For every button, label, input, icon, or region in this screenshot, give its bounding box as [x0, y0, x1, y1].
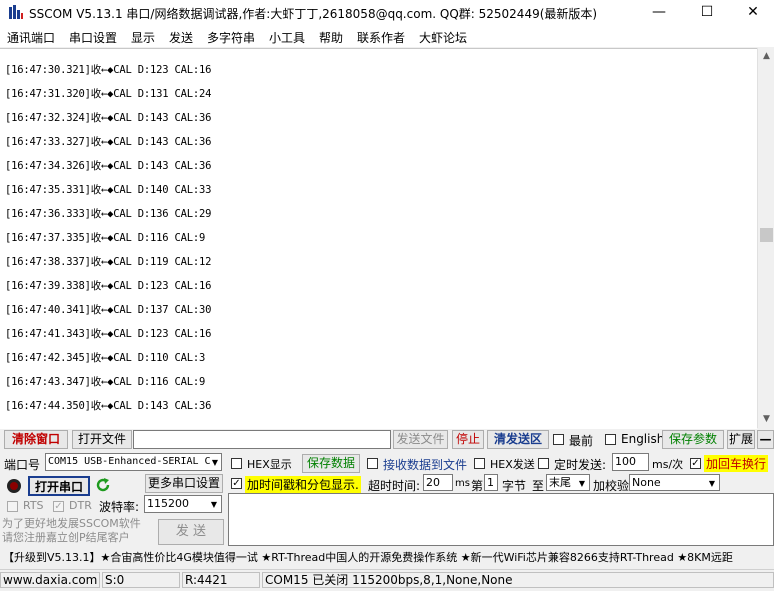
website-link[interactable]: www.daxia.com — [0, 572, 100, 588]
log-line: [16:47:43.347]收←◆CAL D:116 CAL:9 — [5, 376, 206, 388]
rts-label: RTS — [23, 499, 44, 512]
port-state: COM15 已关闭 115200bps,8,1,None,None — [262, 572, 774, 588]
hex-display-checkbox[interactable] — [231, 458, 242, 469]
hex-display-label: HEX显示 — [247, 458, 292, 471]
refresh-icon[interactable] — [95, 477, 111, 493]
english-checkbox[interactable] — [605, 434, 616, 445]
topmost-label: 最前 — [569, 434, 594, 448]
log-line: [16:47:31.320]收←◆CAL D:131 CAL:24 — [5, 88, 212, 100]
port-dropdown-arrow-icon[interactable]: ▼ — [208, 458, 222, 467]
add-timestamp-checkbox[interactable]: ✓ — [231, 478, 242, 489]
append-newline-label: 加回车换行 — [704, 455, 769, 472]
hex-send-checkbox[interactable] — [474, 458, 485, 469]
status-led-icon — [10, 482, 18, 490]
port-status-indicator — [7, 479, 21, 493]
end-dropdown-arrow-icon[interactable]: ▼ — [575, 479, 589, 488]
log-line: [16:47:37.335]收←◆CAL D:116 CAL:9 — [5, 232, 206, 244]
clear-window-button[interactable]: 清除窗口 — [4, 430, 68, 449]
menu-send[interactable]: 发送 — [169, 29, 193, 46]
log-line: [16:47:39.338]收←◆CAL D:123 CAL:16 — [5, 280, 212, 292]
recv-to-file-label: 接收数据到文件 — [383, 458, 468, 472]
expand-button[interactable]: 扩展 — [727, 430, 755, 449]
port-label: 端口号 — [4, 458, 41, 472]
byte-prefix-label: 第 — [471, 479, 484, 493]
byte-index-input[interactable]: 1 — [484, 474, 498, 491]
english-label: English — [621, 432, 665, 446]
send-button[interactable]: 发 送 — [158, 519, 224, 545]
port-select[interactable]: COM15 USB-Enhanced-SERIAL C — [45, 453, 222, 471]
recv-to-file-checkbox[interactable] — [367, 458, 378, 469]
timed-send-label: 定时发送: — [554, 458, 607, 472]
log-line: [16:47:32.324]收←◆CAL D:143 CAL:36 — [5, 112, 212, 124]
timeout-input[interactable]: 20 — [423, 474, 453, 491]
to-label: 至 — [532, 479, 545, 493]
menu-display[interactable]: 显示 — [131, 29, 155, 46]
close-button[interactable]: ✕ — [730, 0, 774, 25]
open-port-button[interactable]: 打开串口 — [28, 476, 90, 496]
log-line: [16:47:38.337]收←◆CAL D:119 CAL:12 — [5, 256, 212, 268]
log-line: [16:47:44.350]收←◆CAL D:143 CAL:36 — [5, 400, 212, 412]
scroll-thumb[interactable] — [760, 228, 773, 242]
send-file-button[interactable]: 发送文件 — [393, 430, 448, 449]
interval-input[interactable]: 100 — [612, 453, 649, 471]
rts-checkbox[interactable] — [7, 501, 18, 512]
menu-port-settings[interactable]: 串口设置 — [69, 29, 117, 46]
timed-send-checkbox[interactable] — [538, 458, 549, 469]
checksum-dropdown-arrow-icon[interactable]: ▼ — [705, 479, 719, 488]
menu-multi-string[interactable]: 多字符串 — [207, 29, 255, 46]
append-newline-checkbox[interactable]: ✓ — [690, 458, 701, 469]
more-port-settings-button[interactable]: 更多串口设置 — [145, 474, 223, 493]
status-bar: www.daxia.com S:0 R:4421 COM15 已关闭 11520… — [0, 569, 774, 591]
log-line: [16:47:30.321]收←◆CAL D:123 CAL:16 — [5, 64, 212, 76]
log-line: [16:47:35.331]收←◆CAL D:140 CAL:33 — [5, 184, 212, 196]
baud-dropdown-arrow-icon[interactable]: ▼ — [207, 500, 221, 509]
menu-help[interactable]: 帮助 — [319, 29, 343, 46]
dtr-checkbox[interactable]: ✓ — [53, 501, 64, 512]
log-line: [16:47:34.326]收←◆CAL D:143 CAL:36 — [5, 160, 212, 172]
menu-tools[interactable]: 小工具 — [269, 29, 305, 46]
log-scrollbar[interactable]: ▲ ▼ — [757, 48, 774, 428]
menu-forum[interactable]: 大虾论坛 — [419, 29, 467, 46]
stop-button[interactable]: 停止 — [452, 430, 484, 449]
dtr-label: DTR — [69, 499, 92, 512]
maximize-button[interactable]: ☐ — [684, 0, 730, 25]
open-file-button[interactable]: 打开文件 — [72, 430, 132, 449]
menu-bar: 通讯端口 串口设置 显示 发送 多字符串 小工具 帮助 联系作者 大虾论坛 — [0, 25, 774, 47]
timeout-unit-label: ms — [455, 478, 470, 489]
checksum-label: 加校验 — [593, 479, 630, 493]
menu-comm-port[interactable]: 通讯端口 — [7, 29, 55, 46]
scroll-down-arrow-icon[interactable]: ▼ — [758, 411, 774, 428]
sent-count: S:0 — [102, 572, 180, 588]
log-line: [16:47:36.333]收←◆CAL D:136 CAL:29 — [5, 208, 212, 220]
menu-contact-author[interactable]: 联系作者 — [357, 29, 405, 46]
log-line: [16:47:33.327]收←◆CAL D:143 CAL:36 — [5, 136, 212, 148]
collapse-button[interactable]: — — [757, 430, 774, 449]
clear-send-area-button[interactable]: 清发送区 — [487, 430, 549, 449]
log-line: [16:47:40.341]收←◆CAL D:137 CAL:30 — [5, 304, 212, 316]
save-params-button[interactable]: 保存参数 — [662, 430, 724, 449]
add-timestamp-label: 加时间戳和分包显示. — [245, 476, 361, 493]
file-path-input[interactable] — [133, 430, 391, 449]
minimize-button[interactable]: — — [636, 0, 682, 25]
news-ticker[interactable]: 【升级到V5.13.1】★合宙高性价比4G模块值得一试 ★RT-Thread中国… — [0, 548, 774, 568]
log-line: [16:47:41.343]收←◆CAL D:123 CAL:16 — [5, 328, 212, 340]
hex-send-label: HEX发送 — [490, 458, 535, 471]
timeout-label: 超时时间: — [368, 479, 421, 493]
app-logo-icon — [9, 5, 23, 19]
scroll-up-arrow-icon[interactable]: ▲ — [758, 48, 774, 65]
save-data-button[interactable]: 保存数据 — [302, 454, 360, 473]
title-bar: SSCOM V5.13.1 串口/网络数据调试器,作者:大虾丁丁,2618058… — [0, 0, 774, 25]
byte-suffix-label: 字节 — [502, 479, 527, 493]
received-count: R:4421 — [182, 572, 260, 588]
promo-text: 为了更好地发展SSCOM软件 请您注册嘉立创P结尾客户 — [2, 517, 141, 544]
baud-label: 波特率: — [99, 500, 140, 514]
window-title: SSCOM V5.13.1 串口/网络数据调试器,作者:大虾丁丁,2618058… — [29, 7, 598, 21]
send-text-area[interactable] — [228, 493, 774, 546]
log-line: [16:47:42.345]收←◆CAL D:110 CAL:3 — [5, 352, 206, 364]
interval-unit-label: ms/次 — [652, 458, 684, 471]
topmost-checkbox[interactable] — [553, 434, 564, 445]
receive-log[interactable]: [16:47:30.321]收←◆CAL D:123 CAL:16 [16:47… — [0, 48, 757, 429]
